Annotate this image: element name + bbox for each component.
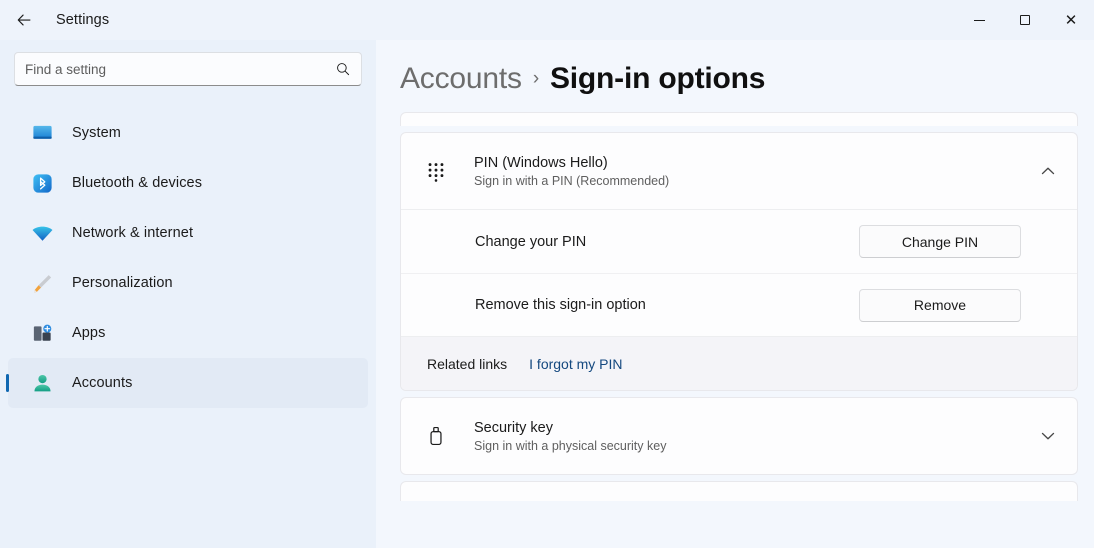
breadcrumb: Accounts › Sign-in options xyxy=(400,40,1094,112)
title-bar: Settings ✕ xyxy=(0,0,1094,40)
sidebar-item-label: Network & internet xyxy=(72,225,194,241)
remove-button[interactable]: Remove xyxy=(859,288,1021,322)
sidebar-item-bluetooth-devices[interactable]: Bluetooth & devices xyxy=(8,158,368,208)
remove-signin-row: Remove this sign-in option Remove xyxy=(401,273,1077,336)
breadcrumb-parent[interactable]: Accounts xyxy=(400,62,522,96)
search-input[interactable] xyxy=(25,61,335,77)
pin-section-card: PIN (Windows Hello) Sign in with a PIN (… xyxy=(400,132,1078,391)
pin-section-title: PIN (Windows Hello) xyxy=(474,154,608,171)
maximize-button[interactable] xyxy=(1002,0,1048,40)
pin-section-subtitle: Sign in with a PIN (Recommended) xyxy=(474,173,670,188)
security-key-title: Security key xyxy=(474,419,553,436)
person-icon xyxy=(30,371,54,395)
security-key-icon xyxy=(423,423,449,449)
security-key-card: Security key Sign in with a physical sec… xyxy=(400,397,1078,475)
sidebar-item-label: System xyxy=(72,125,121,141)
content-area: Accounts › Sign-in options PIN (Windows … xyxy=(376,40,1094,548)
apps-icon xyxy=(30,321,54,345)
search-container xyxy=(0,40,376,86)
settings-cards: PIN (Windows Hello) Sign in with a PIN (… xyxy=(400,112,1094,501)
security-key-header[interactable]: Security key Sign in with a physical sec… xyxy=(401,398,1077,474)
sidebar-item-label: Apps xyxy=(72,325,106,341)
sidebar-nav: System Bluetooth & devices Network & int… xyxy=(0,108,376,408)
wifi-icon xyxy=(30,221,54,245)
paintbrush-icon xyxy=(30,271,54,295)
app-title: Settings xyxy=(56,12,110,28)
remove-signin-label: Remove this sign-in option xyxy=(475,297,646,313)
search-box[interactable] xyxy=(14,52,362,86)
forgot-pin-link[interactable]: I forgot my PIN xyxy=(529,356,622,372)
window-controls: ✕ xyxy=(956,0,1094,40)
sidebar-item-label: Accounts xyxy=(72,375,133,391)
sidebar-item-apps[interactable]: Apps xyxy=(8,308,368,358)
bluetooth-icon xyxy=(30,171,54,195)
change-pin-row: Change your PIN Change PIN xyxy=(401,210,1077,273)
minimize-icon xyxy=(973,19,985,21)
card-above-partial[interactable] xyxy=(400,112,1078,126)
sidebar-item-accounts[interactable]: Accounts xyxy=(8,358,368,408)
keypad-icon xyxy=(423,158,449,184)
minimize-button[interactable] xyxy=(956,0,1002,40)
change-pin-button[interactable]: Change PIN xyxy=(859,225,1021,258)
back-arrow-icon xyxy=(17,14,31,26)
chevron-up-icon[interactable] xyxy=(1037,160,1059,182)
security-key-text: Security key Sign in with a physical sec… xyxy=(474,420,1037,453)
sidebar-item-personalization[interactable]: Personalization xyxy=(8,258,368,308)
related-links-label: Related links xyxy=(427,355,508,372)
related-links-bar: Related links I forgot my PIN xyxy=(401,336,1077,390)
back-button[interactable] xyxy=(6,4,42,36)
settings-window: Settings ✕ Find a setting System Bluetoo… xyxy=(0,0,1094,548)
sidebar-item-network-internet[interactable]: Network & internet xyxy=(8,208,368,258)
card-below-partial[interactable] xyxy=(400,481,1078,501)
pin-section-text: PIN (Windows Hello) Sign in with a PIN (… xyxy=(474,155,1037,188)
monitor-icon xyxy=(30,121,54,145)
change-pin-label: Change your PIN xyxy=(475,233,587,250)
sidebar-item-label: Personalization xyxy=(72,275,173,291)
sidebar-item-label: Bluetooth & devices xyxy=(72,175,203,191)
pin-section-body: Change your PIN Change PIN Remove this s… xyxy=(401,209,1077,390)
close-icon: ✕ xyxy=(1064,10,1078,29)
sidebar: System Bluetooth & devices xyxy=(0,40,376,548)
breadcrumb-separator-icon: › xyxy=(532,68,539,89)
search-icon xyxy=(337,63,350,76)
sidebar-item-system[interactable]: System xyxy=(8,108,368,158)
close-button[interactable]: ✕ xyxy=(1048,0,1094,40)
chevron-down-icon[interactable] xyxy=(1037,425,1059,447)
security-key-subtitle: Sign in with a physical security key xyxy=(474,438,667,453)
window-body: System Bluetooth & devices xyxy=(0,40,1094,548)
maximize-icon xyxy=(1020,15,1030,25)
pin-section-header[interactable]: PIN (Windows Hello) Sign in with a PIN (… xyxy=(401,133,1077,209)
page-title: Sign-in options xyxy=(549,62,766,95)
